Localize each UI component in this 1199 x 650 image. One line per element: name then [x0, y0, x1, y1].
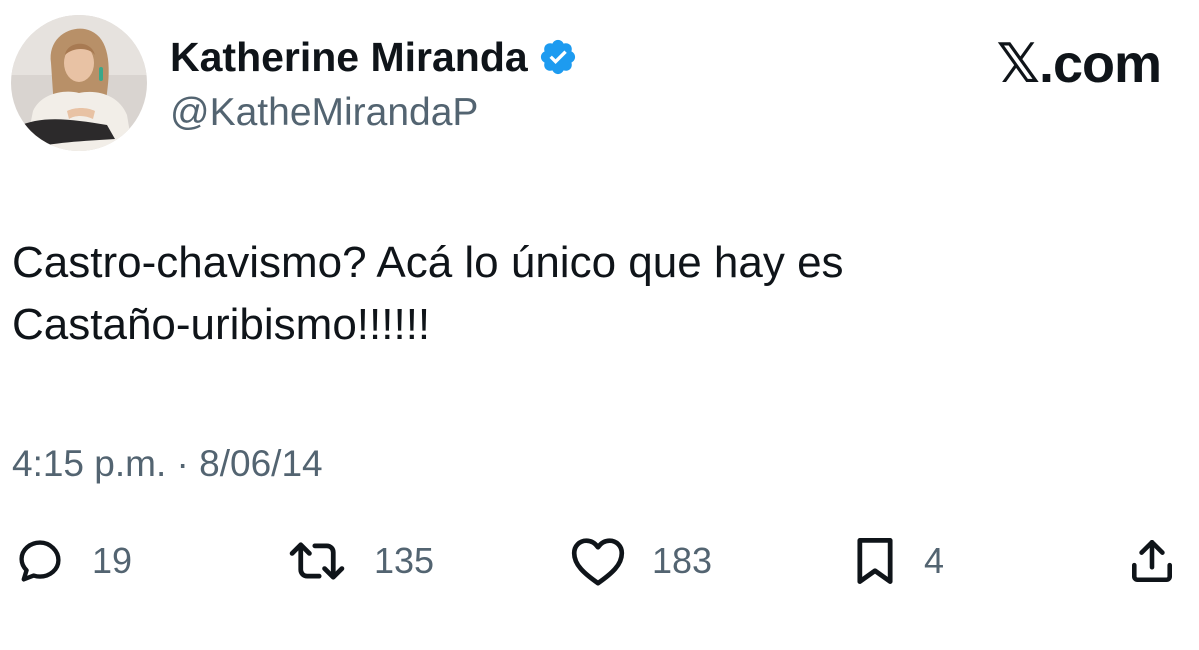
share-button[interactable]	[1127, 533, 1177, 589]
timestamp-separator: ·	[166, 443, 200, 484]
verified-badge-icon	[540, 39, 575, 75]
tweet-date[interactable]: 8/06/14	[199, 443, 322, 484]
tweet-time[interactable]: 4:15 p.m.	[12, 443, 166, 484]
repost-button[interactable]: 135	[286, 533, 434, 589]
x-brand-logo: 𝕏.com	[996, 34, 1162, 94]
repost-count: 135	[374, 540, 435, 581]
like-button[interactable]: 183	[570, 533, 712, 589]
profile-photo	[11, 15, 147, 151]
tweet-timestamp[interactable]: 4:15 p.m. · 8/06/14	[12, 441, 323, 487]
bookmark-icon	[857, 538, 893, 584]
reply-icon	[19, 540, 61, 582]
share-icon	[1132, 539, 1172, 583]
author-display-name[interactable]: Katherine Miranda	[170, 33, 528, 81]
avatar[interactable]	[11, 15, 147, 151]
reply-count: 19	[92, 540, 133, 581]
tweet-text: Castro-chavismo? Acá lo único que hay es…	[12, 232, 1162, 356]
bookmark-button[interactable]: 4	[852, 533, 944, 589]
like-count: 183	[652, 540, 713, 581]
heart-icon	[571, 538, 625, 586]
author-name-row[interactable]: Katherine Miranda	[170, 33, 578, 81]
reply-button[interactable]: 19	[14, 533, 132, 589]
tweet-text-line: Castro-chavismo? Acá lo único que hay es	[12, 238, 844, 287]
author-handle[interactable]: @KatheMirandaP	[170, 90, 478, 136]
repost-icon	[289, 542, 345, 580]
bookmark-count: 4	[924, 540, 945, 581]
tweet-text-line: Castaño-uribismo!!!!!!	[12, 300, 431, 349]
